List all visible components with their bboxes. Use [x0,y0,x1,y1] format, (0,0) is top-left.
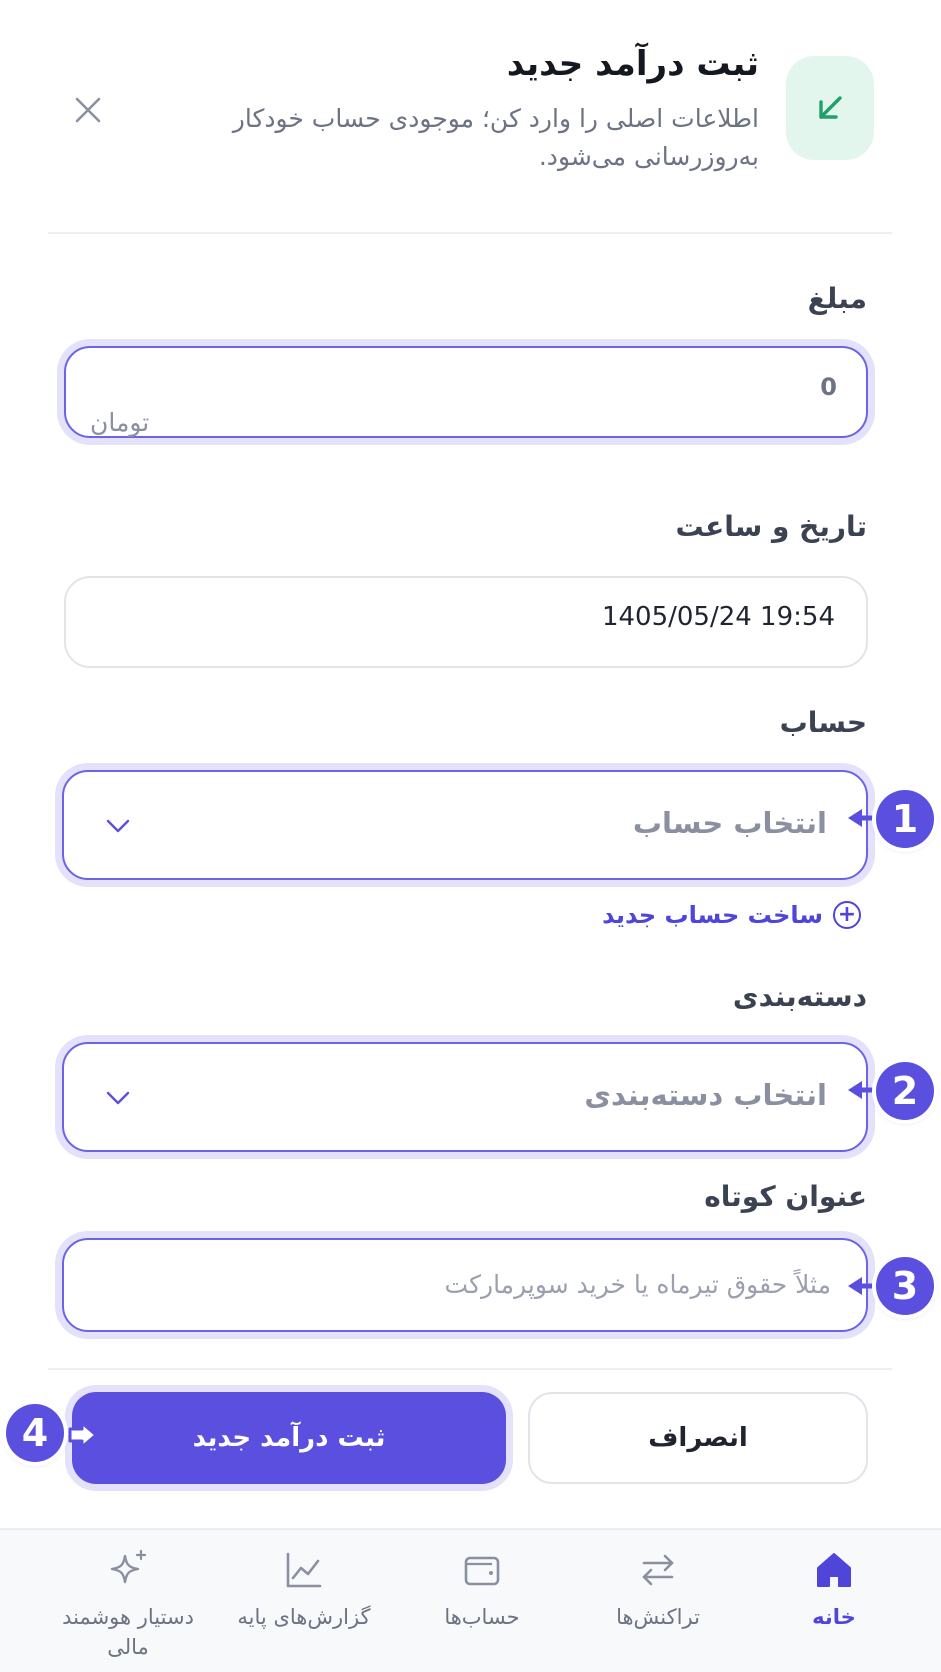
category-label: دسته‌بندی [732,980,867,1013]
nav-item-assistant[interactable]: دستیار هوشمند مالی [38,1548,218,1662]
wallet-icon [464,1556,500,1586]
nav-label-home: خانه [812,1605,856,1629]
close-icon [75,97,101,123]
income-type-icon-tile [786,56,874,160]
page-title: ثبت درآمد جدید [506,44,759,84]
bottom-navigation: خانه تراکنش‌ها حساب‌ها گزارش‌های پایه [0,1528,941,1672]
nav-label-transactions: تراکنش‌ها [616,1605,700,1629]
close-button[interactable] [66,88,110,132]
account-select-placeholder: انتخاب حساب [632,806,827,840]
step-badge-2: 2 [876,1062,934,1120]
datetime-label: تاریخ و ساعت [675,510,867,543]
nav-label-accounts: حساب‌ها [444,1605,520,1629]
amount-label: مبلغ [807,282,867,315]
header-divider [48,232,892,234]
create-account-link[interactable]: + ساخت حساب جدید [602,901,861,929]
account-label: حساب [779,706,867,739]
amount-unit: تومان [90,408,150,437]
nav-item-accounts[interactable]: حساب‌ها [392,1548,572,1632]
amount-input[interactable] [64,346,868,438]
category-select-placeholder: انتخاب دسته‌بندی [584,1078,827,1112]
amount-value: 0 [820,373,837,401]
datetime-value: 1405/05/24 19:54 [601,602,835,632]
nav-item-home[interactable]: خانه [744,1548,924,1632]
step-4-arrow-icon [66,1420,100,1450]
home-icon [817,1553,851,1587]
cancel-button[interactable]: انصراف [528,1392,868,1484]
page-subtitle: اطلاعات اصلی را وارد کن؛ موجودی حساب خود… [232,104,759,171]
short-title-placeholder: مثلاً حقوق تیرماه یا خرید سوپرمارکت [444,1270,831,1299]
nav-label-reports: گزارش‌های پایه [237,1605,371,1629]
sparkle-icon [110,1549,147,1584]
submit-income-button[interactable]: ثبت درآمد جدید [72,1392,506,1484]
nav-label-assistant: دستیار هوشمند مالی [62,1605,194,1659]
step-badge-4: 4 [6,1404,64,1462]
chevron-down-icon [104,1088,132,1108]
plus-circle-icon: + [833,901,861,929]
short-title-label: عنوان کوتاه [704,1180,867,1213]
create-account-label: ساخت حساب جدید [602,901,823,929]
step-badge-3: 3 [876,1257,934,1315]
actions-divider [48,1368,892,1370]
nav-item-transactions[interactable]: تراکنش‌ها [568,1548,748,1632]
chart-line-icon [286,1552,322,1588]
step-badge-1: 1 [876,790,934,848]
swap-arrows-icon [642,1554,674,1586]
arrow-down-left-icon [819,96,842,119]
nav-item-reports[interactable]: گزارش‌های پایه [214,1548,394,1632]
chevron-down-icon [104,816,132,836]
